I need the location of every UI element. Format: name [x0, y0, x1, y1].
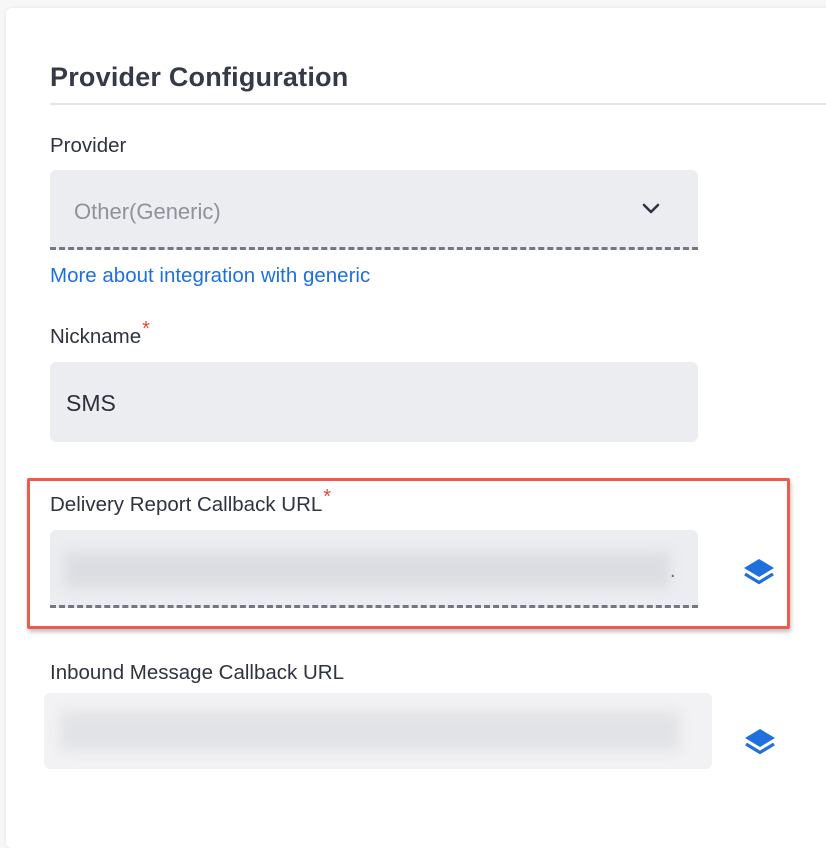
layers-icon[interactable]	[742, 557, 776, 587]
nickname-label: Nickname*	[50, 318, 150, 349]
url-trailing-char: .	[670, 560, 676, 582]
delivery-callback-label: Delivery Report Callback URL*	[50, 486, 331, 517]
nickname-value: SMS	[66, 390, 116, 416]
required-asterisk: *	[142, 318, 150, 340]
delivery-callback-label-text: Delivery Report Callback URL	[50, 493, 323, 516]
section-title: Provider Configuration	[50, 62, 349, 92]
redacted-url	[64, 552, 670, 588]
provider-label: Provider	[50, 134, 127, 157]
section-divider	[50, 103, 826, 105]
delivery-callback-url-field[interactable]: .	[50, 530, 698, 608]
provider-selected-value: Other(Generic)	[74, 199, 221, 224]
field-underline	[50, 605, 698, 608]
nickname-input[interactable]: SMS	[50, 362, 698, 442]
nickname-label-text: Nickname	[50, 325, 142, 348]
inbound-callback-url-field[interactable]	[44, 693, 712, 769]
provider-select[interactable]: Other(Generic)	[50, 170, 698, 250]
redacted-url	[60, 711, 680, 751]
inbound-callback-label: Inbound Message Callback URL	[50, 661, 344, 684]
field-underline	[50, 247, 698, 250]
required-asterisk: *	[323, 486, 332, 508]
generic-integration-link[interactable]: More about integration with generic	[50, 264, 370, 288]
chevron-down-icon	[642, 203, 660, 214]
layers-icon[interactable]	[743, 727, 777, 757]
